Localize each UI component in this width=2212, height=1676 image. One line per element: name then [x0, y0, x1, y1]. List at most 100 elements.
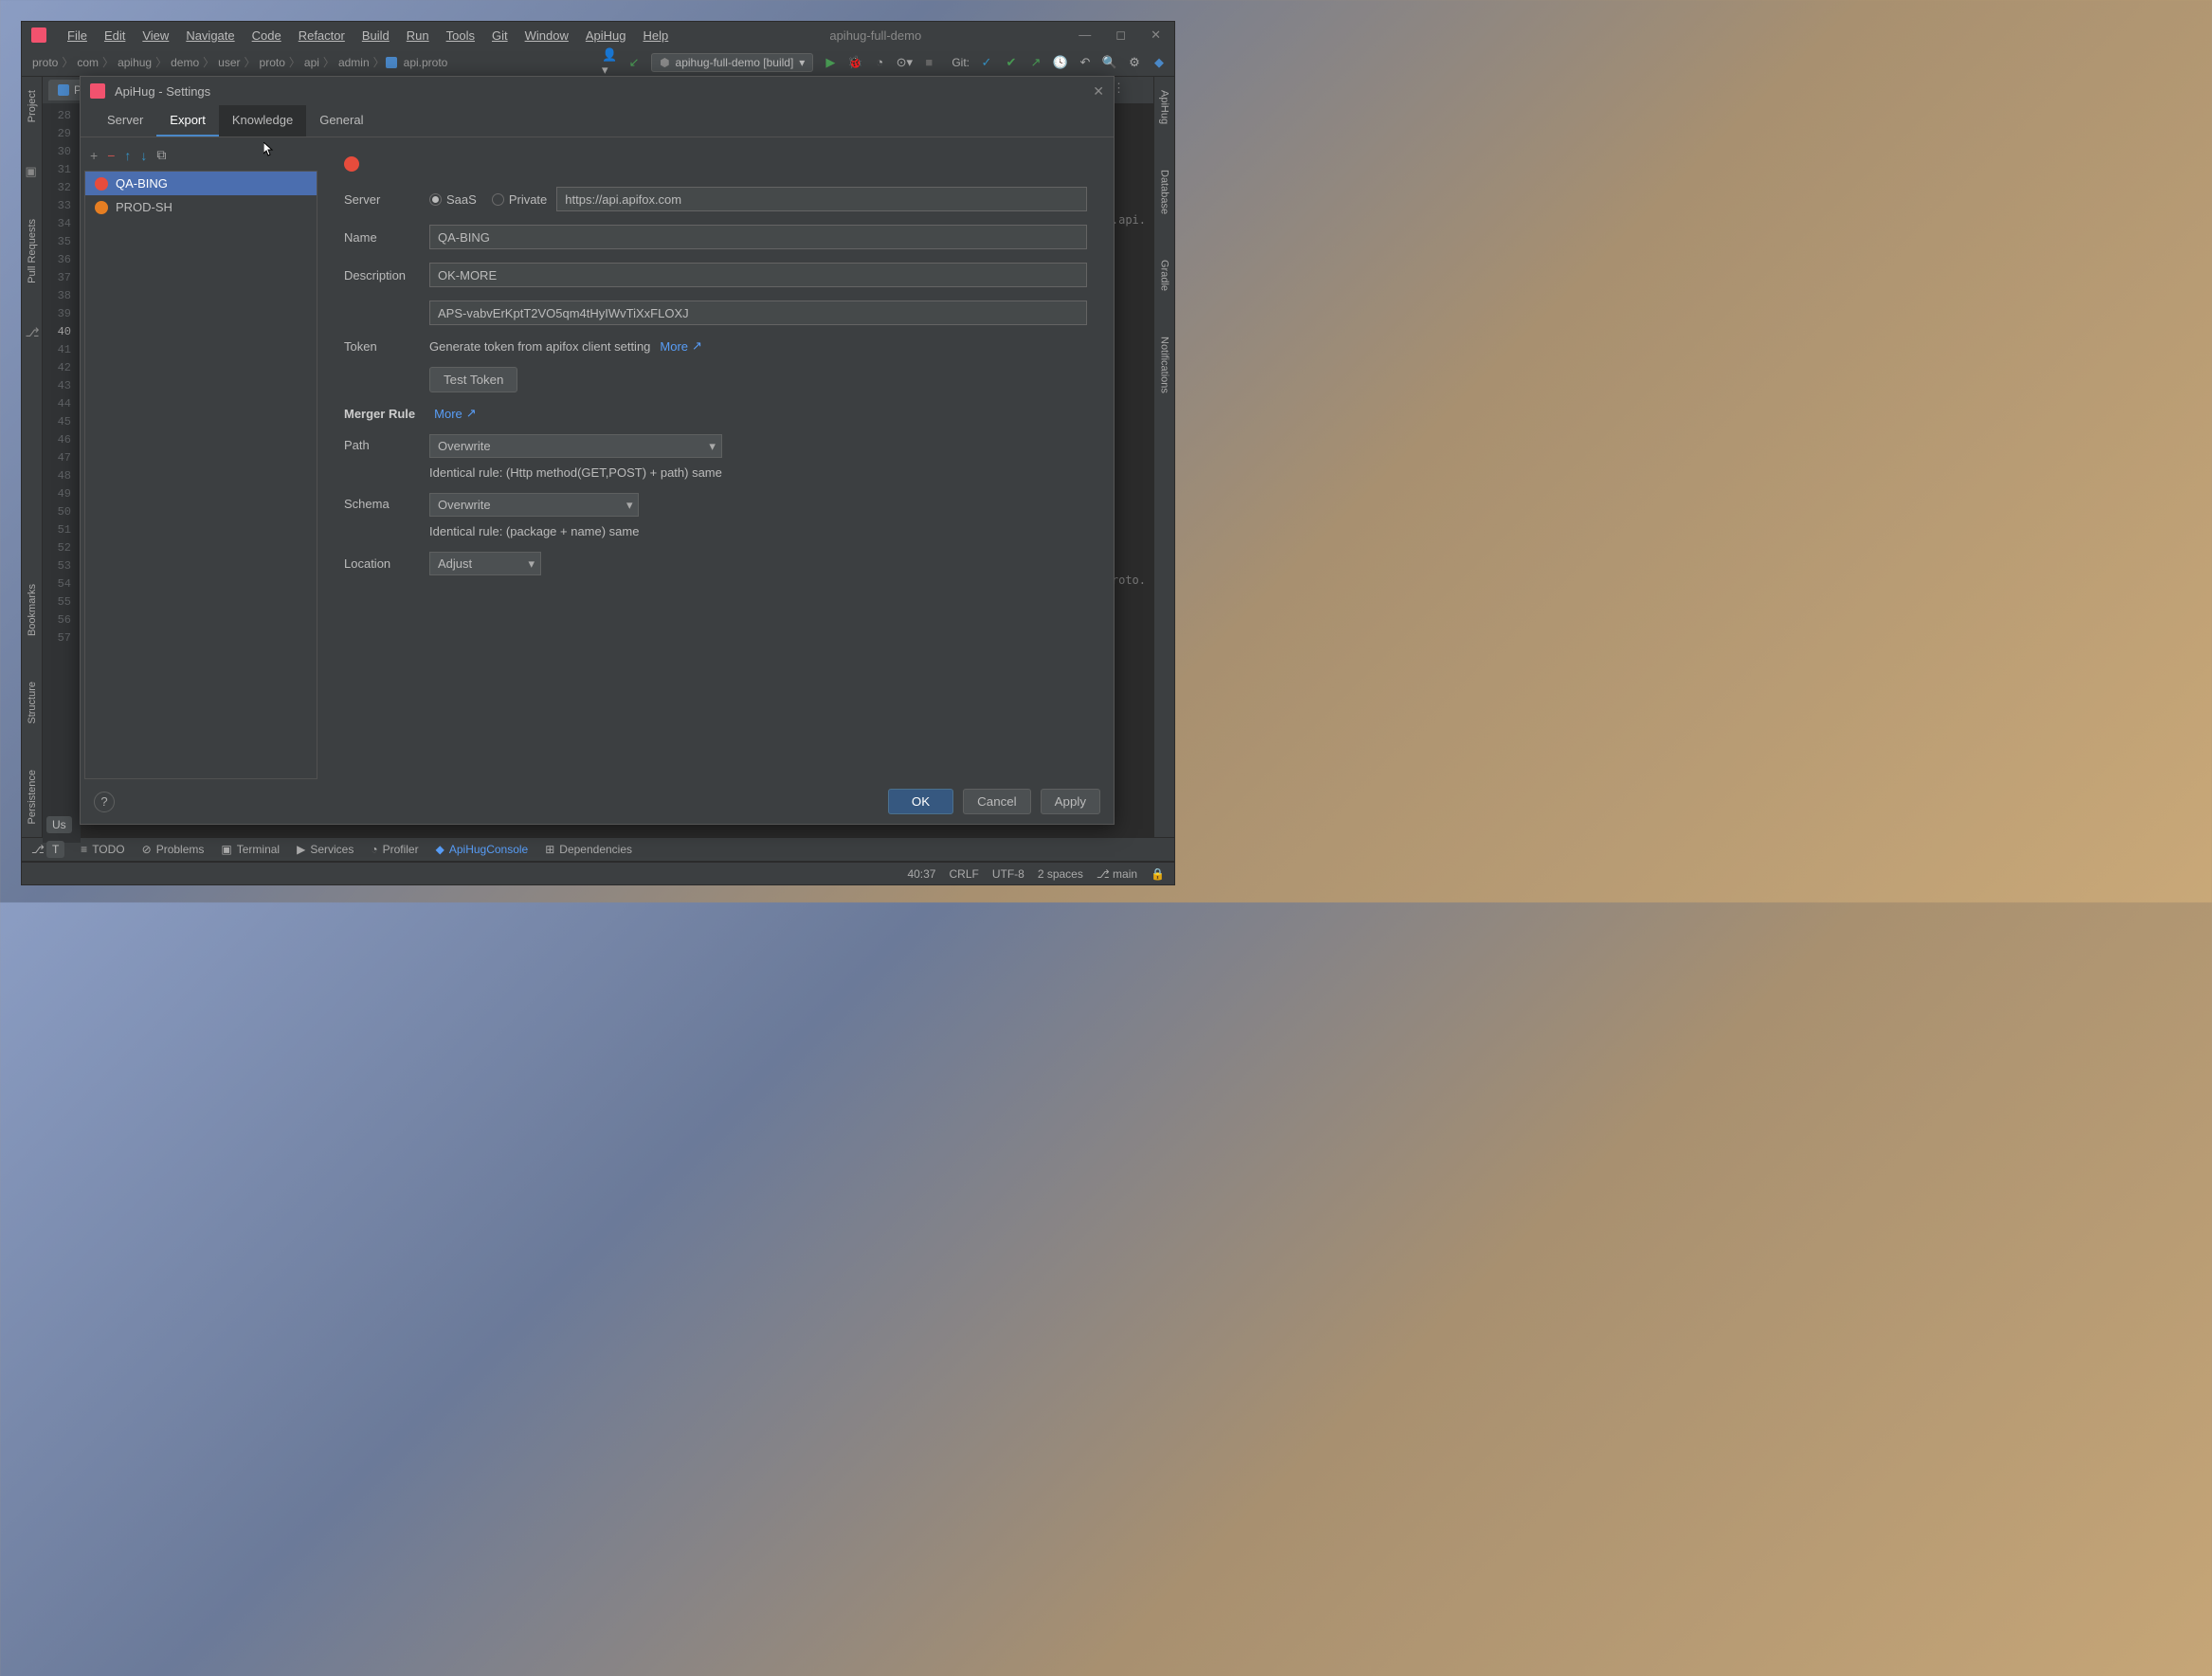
tool-apihugconsole[interactable]: ◆ ApiHugConsole [436, 843, 529, 856]
test-token-button[interactable]: Test Token [429, 367, 517, 392]
menu-navigate[interactable]: Navigate [178, 25, 242, 46]
crumb[interactable]: proto [29, 56, 61, 69]
plugin-icon[interactable]: ◆ [1151, 55, 1167, 70]
cancel-button[interactable]: Cancel [963, 789, 1031, 814]
server-url-input[interactable] [556, 187, 1087, 211]
env-item-prod[interactable]: PROD-SH [85, 195, 317, 219]
crumb[interactable]: admin [335, 56, 372, 69]
tab-server[interactable]: Server [94, 105, 156, 137]
menu-run[interactable]: Run [399, 25, 437, 46]
menu-code[interactable]: Code [245, 25, 289, 46]
menu-file[interactable]: File [60, 25, 95, 46]
menu-tools[interactable]: Tools [439, 25, 482, 46]
crumb[interactable]: proto [257, 56, 288, 69]
env-item-qa[interactable]: QA-BING [85, 172, 317, 195]
bottom-tab[interactable]: T [46, 841, 64, 858]
run-icon[interactable]: ▶ [823, 55, 838, 70]
tab-general[interactable]: General [306, 105, 376, 137]
caret-position[interactable]: 40:37 [907, 867, 935, 881]
debug-icon[interactable]: 🐞 [847, 55, 862, 70]
tool-apihug[interactable]: ApiHug [1159, 86, 1170, 128]
encoding[interactable]: UTF-8 [992, 867, 1024, 881]
tool-profiler[interactable]: ◔ Profiler [371, 843, 418, 856]
folder-icon[interactable]: ▣ [26, 164, 39, 177]
tool-project[interactable]: Project [27, 86, 38, 126]
path-hint: Identical rule: (Http method(GET,POST) +… [429, 465, 722, 480]
code-fragment: .api. [1112, 213, 1146, 227]
dialog-close-icon[interactable]: ✕ [1093, 83, 1104, 100]
git-commit-icon[interactable]: ✔ [1004, 55, 1019, 70]
git-branch[interactable]: ⎇ main [1097, 867, 1137, 881]
list-toolbar: + − ↑ ↓ ⧉ [81, 143, 317, 167]
radio-saas[interactable]: SaaS [429, 192, 477, 207]
tool-todo[interactable]: ≡ TODO [81, 843, 124, 856]
token-input[interactable] [429, 301, 1087, 325]
copy-icon[interactable]: ⧉ [156, 147, 166, 163]
minimize-icon[interactable]: — [1075, 27, 1095, 43]
run-config-selector[interactable]: ⬢ apihug-full-demo [build] ▾ [651, 53, 813, 72]
move-down-icon[interactable]: ↓ [140, 148, 147, 163]
tab-export[interactable]: Export [156, 105, 219, 137]
breadcrumb[interactable]: proto〉 com〉 apihug〉 demo〉 user〉 proto〉 a… [29, 54, 450, 70]
menu-help[interactable]: Help [636, 25, 677, 46]
gear-icon[interactable]: ⚙ [1127, 55, 1142, 70]
crumb[interactable]: com [74, 56, 101, 69]
menu-refactor[interactable]: Refactor [291, 25, 353, 46]
radio-private[interactable]: Private [492, 192, 547, 207]
tool-gradle[interactable]: Gradle [1159, 256, 1170, 295]
maximize-icon[interactable]: ◻ [1112, 27, 1130, 43]
bottom-tab[interactable]: Us [46, 816, 72, 833]
name-input[interactable] [429, 225, 1087, 249]
tool-terminal[interactable]: ▣ Terminal [221, 843, 280, 856]
tool-problems[interactable]: ⊘ Problems [142, 843, 205, 856]
menu-build[interactable]: Build [354, 25, 397, 46]
dialog-app-icon [90, 83, 105, 99]
tool-notifications[interactable]: Notifications [1159, 333, 1170, 397]
tab-knowledge[interactable]: Knowledge [219, 105, 306, 137]
search-icon[interactable]: 🔍 [1102, 55, 1117, 70]
crumb[interactable]: apihug [115, 56, 154, 69]
back-arrow-icon[interactable]: ↙ [626, 55, 642, 70]
coverage-icon[interactable]: ◔ [872, 55, 887, 70]
tool-structure[interactable]: Structure [27, 678, 38, 728]
pr-icon[interactable]: ⎇ [26, 325, 39, 338]
history-icon[interactable]: 🕓 [1053, 55, 1068, 70]
profile-icon[interactable]: ⊙▾ [897, 55, 912, 70]
help-button[interactable]: ? [94, 792, 115, 812]
add-icon[interactable]: + [90, 148, 98, 163]
more-link[interactable]: More ↗ [660, 338, 702, 354]
crumb-file[interactable]: api.proto [401, 56, 451, 69]
indent[interactable]: 2 spaces [1038, 867, 1083, 881]
stop-icon[interactable]: ■ [921, 55, 936, 70]
crumb[interactable]: demo [168, 56, 202, 69]
tool-services[interactable]: ▶ Services [297, 843, 354, 856]
tool-pullrequests[interactable]: Pull Requests [27, 215, 38, 287]
ok-button[interactable]: OK [888, 789, 953, 814]
menu-view[interactable]: View [135, 25, 176, 46]
crumb[interactable]: api [301, 56, 322, 69]
menu-git[interactable]: Git [484, 25, 516, 46]
user-icon[interactable]: 👤▾ [602, 55, 617, 70]
remove-icon[interactable]: − [107, 148, 115, 163]
menu-edit[interactable]: Edit [97, 25, 133, 46]
git-push-icon[interactable]: ↗ [1028, 55, 1043, 70]
location-dropdown[interactable]: Adjust [429, 552, 541, 575]
tool-dependencies[interactable]: ⊞ Dependencies [545, 843, 632, 856]
menu-apihug[interactable]: ApiHug [578, 25, 634, 46]
tool-bookmarks[interactable]: Bookmarks [27, 580, 38, 640]
more-link[interactable]: More ↗ [434, 406, 477, 421]
schema-dropdown[interactable]: Overwrite [429, 493, 639, 517]
lock-icon[interactable]: 🔒 [1151, 867, 1165, 881]
revert-icon[interactable]: ↶ [1078, 55, 1093, 70]
description-input[interactable] [429, 263, 1087, 287]
path-dropdown[interactable]: Overwrite [429, 434, 722, 458]
tool-database[interactable]: Database [1159, 166, 1170, 218]
git-update-icon[interactable]: ✓ [979, 55, 994, 70]
tool-persistence[interactable]: Persistence [27, 766, 38, 828]
crumb[interactable]: user [215, 56, 243, 69]
line-separator[interactable]: CRLF [949, 867, 978, 881]
move-up-icon[interactable]: ↑ [124, 148, 131, 163]
menu-window[interactable]: Window [517, 25, 576, 46]
close-icon[interactable]: ✕ [1147, 27, 1165, 43]
apply-button[interactable]: Apply [1041, 789, 1100, 814]
